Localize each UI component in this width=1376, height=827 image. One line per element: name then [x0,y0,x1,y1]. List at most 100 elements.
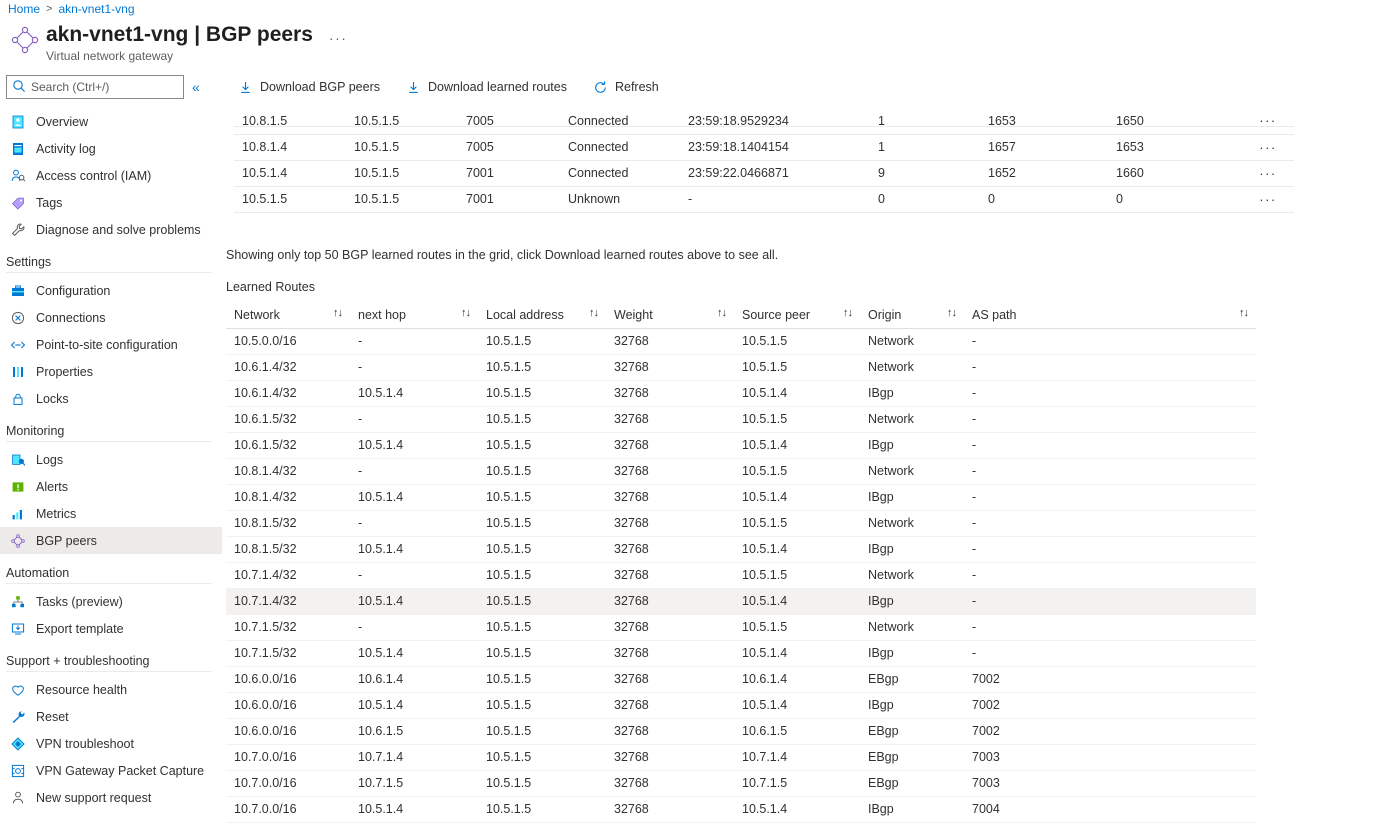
row-more-menu-icon[interactable]: ··· [1234,160,1294,186]
table-row[interactable]: 10.6.0.0/1610.6.1.510.5.1.53276810.6.1.5… [226,718,1256,744]
cell-local-address: 10.5.1.5 [478,770,606,796]
table-row[interactable]: 10.7.1.5/3210.5.1.410.5.1.53276810.5.1.4… [226,640,1256,666]
table-row[interactable]: 10.7.0.0/1610.7.1.510.5.1.53276810.7.1.5… [226,770,1256,796]
table-row[interactable]: 10.6.1.4/3210.5.1.410.5.1.53276810.5.1.4… [226,380,1256,406]
sidebar-item-tags[interactable]: Tags [0,189,222,216]
sidebar-item-connections[interactable]: Connections [0,304,222,331]
cell-weight: 32768 [606,458,734,484]
learned-routes-rows: 10.5.0.0/16-10.5.1.53276810.5.1.5Network… [226,328,1256,822]
cell-asn: 7005 [458,108,560,134]
search-input[interactable] [29,79,183,95]
sidebar-item-packet-capture[interactable]: VPN Gateway Packet Capture [0,757,222,784]
download-bgp-peers-button[interactable]: Download BGP peers [234,74,384,100]
table-row[interactable]: 10.7.1.5/32-10.5.1.53276810.5.1.5Network… [226,614,1256,640]
refresh-button[interactable]: Refresh [589,74,663,100]
sidebar-item-new-support-request[interactable]: New support request [0,784,222,811]
cell-weight: 32768 [606,432,734,458]
cell-asn: 7001 [458,186,560,212]
sidebar-item-tasks[interactable]: Tasks (preview) [0,588,222,615]
table-row[interactable]: 10.5.1.4 10.5.1.5 7001 Connected 23:59:2… [234,160,1294,186]
row-more-menu-icon[interactable]: ··· [1234,100,1294,108]
page-more-menu-icon[interactable]: ··· [329,30,348,46]
sidebar-item-alerts[interactable]: Alerts [0,473,222,500]
column-header-network[interactable]: Network ↑↓ [226,302,350,328]
column-header-next-hop[interactable]: next hop ↑↓ [350,302,478,328]
table-row[interactable]: 10.6.0.0/1610.5.1.410.5.1.53276810.5.1.4… [226,692,1256,718]
sidebar-item-label: Logs [36,453,63,467]
sort-icon[interactable]: ↑↓ [843,307,852,319]
sort-icon[interactable]: ↑↓ [461,307,470,319]
table-row[interactable]: 10.6.1.5/3210.5.1.410.5.1.53276810.5.1.4… [226,432,1256,458]
cell-routes: 1 [870,108,980,134]
cell-network: 10.7.1.4/32 [226,562,350,588]
sidebar-item-label: Activity log [36,142,96,156]
column-label: next hop [358,308,406,322]
column-header-local-address[interactable]: Local address ↑↓ [478,302,606,328]
download-icon [406,80,421,95]
table-row[interactable]: 10.5.0.0/16-10.5.1.53276810.5.1.5Network… [226,328,1256,354]
column-header-as-path[interactable]: AS path ↑↓ [964,302,1256,328]
table-row[interactable]: 10.7.1.4/3210.5.1.410.5.1.53276810.5.1.4… [226,588,1256,614]
table-row[interactable]: 10.8.1.4 10.5.1.5 7002 Connected 23:59:1… [234,100,1294,108]
column-header-weight[interactable]: Weight ↑↓ [606,302,734,328]
sidebar-item-resource-health[interactable]: Resource health [0,676,222,703]
table-row[interactable]: 10.6.1.5/32-10.5.1.53276810.5.1.5Network… [226,406,1256,432]
cell-as-path: 7002 [964,718,1256,744]
row-more-menu-icon[interactable]: ··· [1234,186,1294,212]
sort-icon[interactable]: ↑↓ [333,307,342,319]
sidebar-item-point-to-site[interactable]: Point-to-site configuration [0,331,222,358]
column-header-origin[interactable]: Origin ↑↓ [860,302,964,328]
table-row[interactable]: 10.5.1.5 10.5.1.5 7001 Unknown - 0 0 0 ·… [234,186,1294,212]
column-header-source-peer[interactable]: Source peer ↑↓ [734,302,860,328]
sidebar-item-properties[interactable]: Properties [0,358,222,385]
table-row[interactable]: 10.7.0.0/1610.5.1.410.5.1.53276810.5.1.4… [226,796,1256,822]
sort-icon[interactable]: ↑↓ [1239,307,1248,319]
cell-network: 10.7.1.5/32 [226,614,350,640]
cell-source-peer: 10.5.1.4 [734,588,860,614]
sidebar-item-logs[interactable]: Logs [0,446,222,473]
cell-origin: IBgp [860,588,964,614]
table-row[interactable]: 10.7.1.4/32-10.5.1.53276810.5.1.5Network… [226,562,1256,588]
download-learned-routes-button[interactable]: Download learned routes [402,74,571,100]
row-more-menu-icon[interactable]: ··· [1234,108,1294,134]
table-row[interactable]: 10.8.1.4 10.5.1.5 7005 Connected 23:59:1… [234,134,1294,160]
table-row[interactable]: 10.6.1.4/32-10.5.1.53276810.5.1.5Network… [226,354,1256,380]
search-box[interactable] [6,75,184,99]
sort-icon[interactable]: ↑↓ [947,307,956,319]
breadcrumb-home[interactable]: Home [8,2,40,16]
sidebar-item-label: Connections [36,311,106,325]
table-row[interactable]: 10.8.1.5 10.5.1.5 7005 Connected 23:59:1… [234,108,1294,134]
sidebar-item-diagnose[interactable]: Diagnose and solve problems [0,216,222,243]
sidebar-item-reset[interactable]: Reset [0,703,222,730]
sidebar-item-access-control[interactable]: Access control (IAM) [0,162,222,189]
chevron-double-left-icon[interactable]: « [192,80,200,94]
sidebar-item-overview[interactable]: Overview [0,108,222,135]
table-row[interactable]: 10.6.0.0/1610.6.1.410.5.1.53276810.6.1.4… [226,666,1256,692]
table-row[interactable]: 10.8.1.5/3210.5.1.410.5.1.53276810.5.1.4… [226,536,1256,562]
sidebar-item-vpn-troubleshoot[interactable]: VPN troubleshoot [0,730,222,757]
table-row[interactable]: 10.8.1.4/32-10.5.1.53276810.5.1.5Network… [226,458,1256,484]
table-row[interactable]: 10.7.0.0/1610.7.1.410.5.1.53276810.7.1.4… [226,744,1256,770]
page-header: akn-vnet1-vng | BGP peers ··· Virtual ne… [8,22,347,63]
bgp-peers-grid-rows[interactable]: 10.8.1.5 10.5.1.5 7005 Connected 23:59:1… [234,108,1294,213]
sort-icon[interactable]: ↑↓ [589,307,598,319]
sidebar-item-locks[interactable]: Locks [0,385,222,412]
table-row[interactable]: 10.8.1.5/32-10.5.1.53276810.5.1.5Network… [226,510,1256,536]
table-row[interactable]: 10.8.1.4/3210.5.1.410.5.1.53276810.5.1.4… [226,484,1256,510]
learned-routes-grid[interactable]: Network ↑↓ next hop ↑↓ Local address ↑↓ … [226,302,1256,827]
sidebar-item-export-template[interactable]: Export template [0,615,222,642]
column-label: Weight [614,308,653,322]
cell-source-peer: 10.5.1.4 [734,692,860,718]
sort-icon[interactable]: ↑↓ [717,307,726,319]
sidebar-item-metrics[interactable]: Metrics [0,500,222,527]
sidebar-item-configuration[interactable]: Configuration [0,277,222,304]
sidebar-item-bgp-peers[interactable]: BGP peers [0,527,222,554]
breadcrumb-current[interactable]: akn-vnet1-vng [58,2,134,16]
sidebar-item-activity-log[interactable]: Activity log [0,135,222,162]
cell-origin: Network [860,328,964,354]
cell-peer: 10.8.1.4 [234,134,346,160]
row-more-menu-icon[interactable]: ··· [1234,134,1294,160]
cell-origin: EBgp [860,770,964,796]
cell-next-hop: - [350,354,478,380]
configuration-icon [10,283,26,299]
